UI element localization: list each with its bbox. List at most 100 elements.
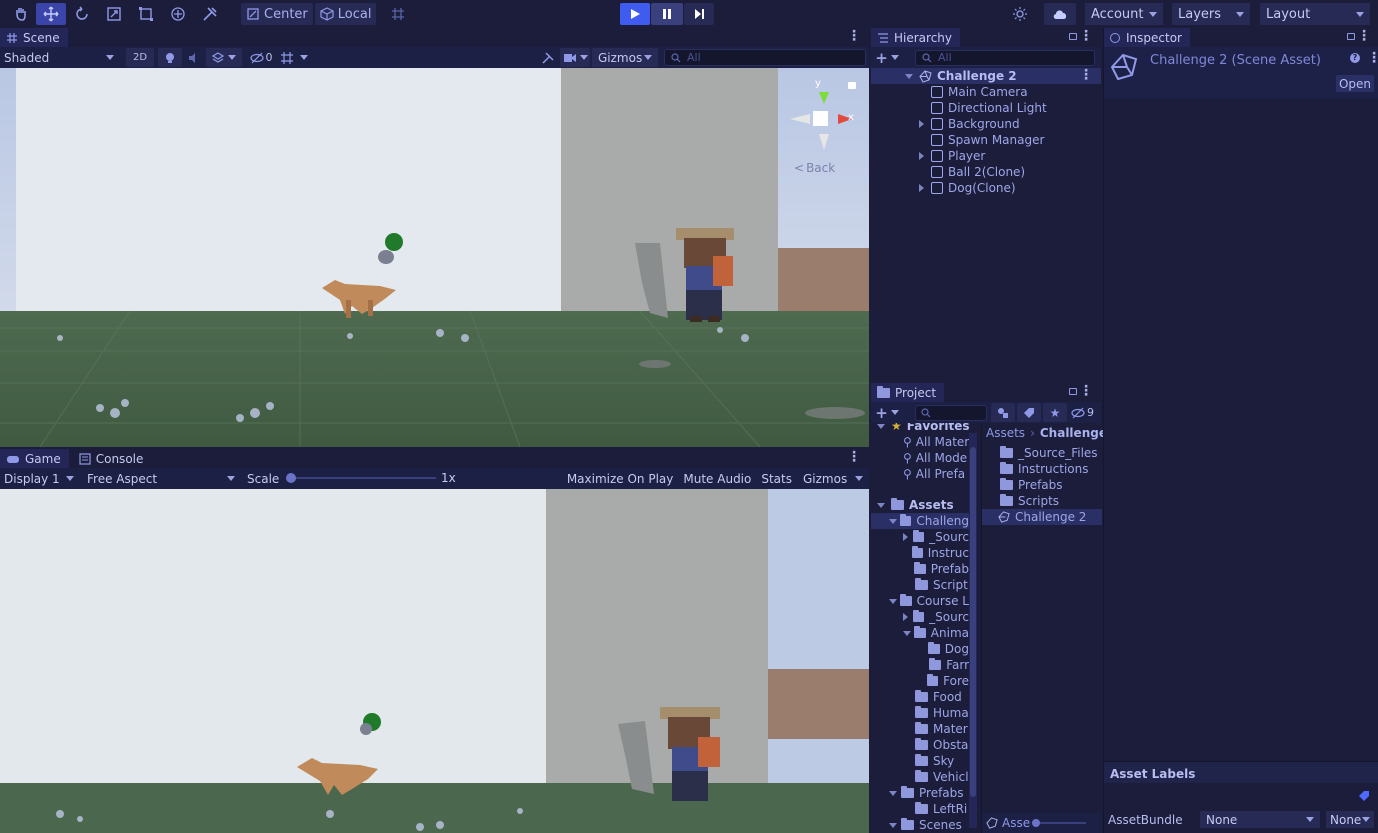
project-tree-item[interactable]: Food: [871, 689, 969, 705]
project-tree-item[interactable]: _Sourc: [871, 529, 969, 545]
lock-icon[interactable]: [848, 82, 856, 89]
tree-scrollbar-thumb[interactable]: [970, 447, 976, 797]
hand-tool-button[interactable]: [6, 3, 36, 25]
project-tree-item[interactable]: Mater: [871, 721, 969, 737]
scale-tool-button[interactable]: [98, 3, 130, 25]
icon-size-slider[interactable]: [1032, 819, 1086, 827]
hierarchy-item[interactable]: Directional Light: [871, 100, 1101, 116]
project-tree-item[interactable]: Dog: [871, 641, 969, 657]
pause-button[interactable]: [651, 3, 683, 25]
project-tree-item[interactable]: Anima: [871, 625, 969, 641]
project-tree-item[interactable]: Obsta: [871, 737, 969, 753]
project-visibility-toggle[interactable]: 9: [1071, 403, 1094, 422]
favorites-item[interactable]: ⚲ All Prefa: [903, 466, 965, 482]
expand-arrow-icon[interactable]: [919, 152, 924, 160]
expand-arrow-icon[interactable]: [889, 598, 897, 604]
open-button[interactable]: Open: [1336, 75, 1374, 92]
grid-toggle[interactable]: [276, 48, 312, 67]
project-tree-item[interactable]: Scenes: [871, 817, 969, 833]
lock-icon[interactable]: [1069, 33, 1077, 40]
expand-arrow-icon[interactable]: [889, 822, 897, 828]
breadcrumb-item-challenge[interactable]: Challenge: [1040, 426, 1107, 440]
favorites-row[interactable]: ★ Favorites: [871, 423, 971, 434]
hierarchy-search-input[interactable]: All: [915, 49, 1095, 66]
help-icon[interactable]: ?: [1350, 53, 1360, 63]
scene-visibility-toggle[interactable]: 0: [246, 48, 276, 67]
tab-inspector[interactable]: Inspector: [1104, 28, 1190, 47]
project-tree-item[interactable]: _Sourc: [871, 609, 969, 625]
assets-root-row[interactable]: Assets: [871, 497, 971, 513]
tab-game[interactable]: Game: [0, 449, 69, 468]
inspector-header-menu-icon[interactable]: ⋮: [1367, 51, 1378, 65]
project-tree-item[interactable]: Fore: [871, 673, 969, 689]
expand-arrow-icon[interactable]: [919, 120, 924, 128]
project-add-button[interactable]: +: [871, 403, 903, 422]
cloud-button[interactable]: [1044, 3, 1076, 25]
services-button[interactable]: [1006, 3, 1034, 25]
asset-label-tag-button[interactable]: [1356, 789, 1372, 803]
scale-slider[interactable]: [286, 473, 436, 483]
game-gizmos-dropdown[interactable]: Gizmos: [797, 469, 869, 488]
project-menu-icon[interactable]: ⋮: [1079, 384, 1093, 398]
hierarchy-item[interactable]: Background: [871, 116, 1101, 132]
custom-tools-button[interactable]: [194, 3, 226, 25]
rect-tool-button[interactable]: [130, 3, 162, 25]
step-button[interactable]: [684, 3, 714, 25]
scale-slider-handle[interactable]: [286, 473, 296, 483]
effects-dropdown[interactable]: [206, 48, 242, 67]
tab-scene[interactable]: Scene: [0, 28, 68, 47]
account-dropdown[interactable]: Account: [1085, 3, 1163, 25]
aspect-dropdown[interactable]: Free Aspect: [81, 469, 241, 488]
project-content-item[interactable]: Prefabs: [982, 477, 1102, 493]
orientation-gizmo[interactable]: y x: [786, 78, 862, 158]
project-tree-item[interactable]: Huma: [871, 705, 969, 721]
icon-size-handle[interactable]: [1032, 819, 1040, 827]
project-tree-item[interactable]: Script: [871, 577, 969, 593]
expand-arrow-icon[interactable]: [903, 630, 911, 636]
scene-menu-icon[interactable]: ⋮: [847, 29, 861, 43]
hierarchy-item[interactable]: Dog(Clone): [871, 180, 1101, 196]
hierarchy-menu-icon[interactable]: ⋮: [1079, 29, 1093, 43]
assetbundle-variant-dropdown[interactable]: None: [1326, 811, 1374, 828]
game-viewport[interactable]: [0, 489, 869, 833]
tab-hierarchy[interactable]: Hierarchy: [871, 28, 961, 47]
hierarchy-add-button[interactable]: +: [871, 48, 903, 67]
expand-arrow-icon[interactable]: [889, 518, 897, 524]
tab-project[interactable]: Project: [871, 383, 945, 402]
lock-icon[interactable]: [1347, 33, 1355, 40]
audio-toggle[interactable]: [182, 48, 206, 67]
expand-arrow-icon[interactable]: [877, 423, 885, 429]
hierarchy-item[interactable]: Player: [871, 148, 1101, 164]
search-by-label-button[interactable]: [1017, 403, 1041, 422]
project-tree-item[interactable]: Challeng: [871, 513, 969, 529]
scene-tools-button[interactable]: [536, 48, 560, 67]
play-button[interactable]: [620, 3, 650, 25]
layout-dropdown[interactable]: Layout: [1260, 3, 1370, 25]
project-tree-item[interactable]: Vehicl: [871, 769, 969, 785]
stats-toggle[interactable]: Stats: [756, 469, 797, 488]
lock-icon[interactable]: [1069, 388, 1077, 395]
expand-arrow-icon[interactable]: [877, 502, 885, 508]
project-tree-item[interactable]: Prefab: [871, 561, 969, 577]
scene-row-menu-icon[interactable]: ⋮: [1079, 68, 1093, 82]
hierarchy-item[interactable]: Main Camera: [871, 84, 1101, 100]
project-content-item[interactable]: Challenge 2: [982, 509, 1102, 525]
expand-arrow-icon[interactable]: [889, 790, 897, 796]
layers-dropdown[interactable]: Layers: [1172, 3, 1250, 25]
pivot-space-button[interactable]: Local: [314, 3, 377, 25]
project-tree-item[interactable]: Sky: [871, 753, 969, 769]
inspector-menu-icon[interactable]: ⋮: [1357, 29, 1371, 43]
expand-arrow-icon[interactable]: [905, 73, 913, 79]
project-tree-item[interactable]: LeftRi: [871, 801, 969, 817]
expand-arrow-icon[interactable]: [903, 613, 908, 621]
scene-viewport[interactable]: y x < Back: [0, 68, 869, 447]
expand-arrow-icon[interactable]: [903, 533, 908, 541]
project-tree-item[interactable]: Prefabs: [871, 785, 969, 801]
assetbundle-dropdown[interactable]: None: [1200, 811, 1320, 828]
gizmo-back-label-wrap[interactable]: < Back: [794, 161, 835, 175]
transform-tool-button[interactable]: [162, 3, 194, 25]
favorites-item[interactable]: ⚲ All Mode: [903, 450, 967, 466]
favorites-button[interactable]: ★: [1043, 403, 1067, 422]
camera-settings-dropdown[interactable]: [560, 48, 590, 67]
breadcrumb-item-assets[interactable]: Assets: [986, 426, 1025, 440]
